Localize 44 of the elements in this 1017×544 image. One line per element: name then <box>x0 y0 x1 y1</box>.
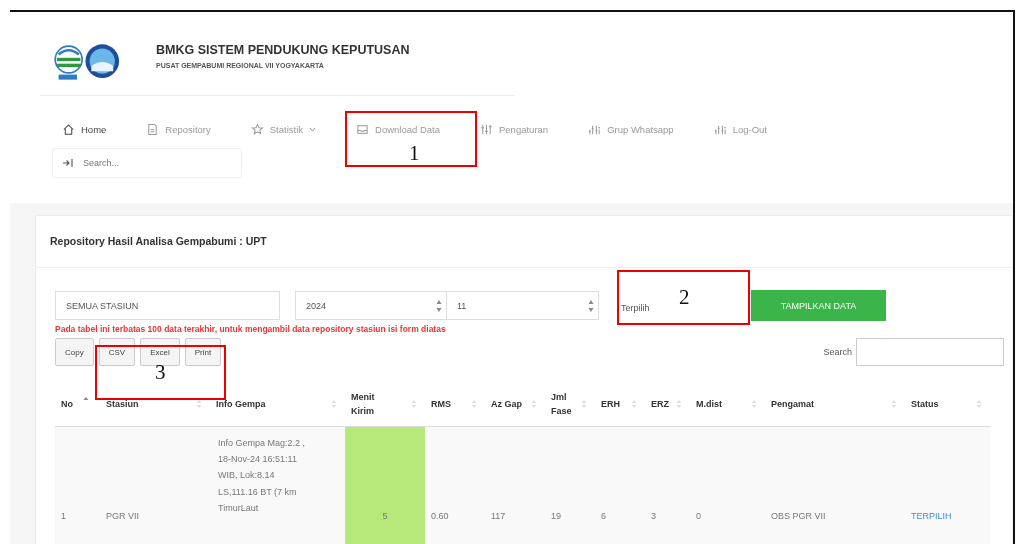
card-title: Repository Hasil Analisa Gempabumi : UPT <box>36 216 1012 268</box>
star-icon <box>250 123 264 136</box>
table-search-field[interactable] <box>856 338 1004 366</box>
year-field[interactable]: 2024 <box>295 291 447 320</box>
app-title: BMKG SISTEM PENDUKUNG KEPUTUSAN <box>156 42 410 57</box>
export-button[interactable]: CSV <box>98 338 136 366</box>
arrow-icon <box>62 158 74 168</box>
column-header[interactable]: No <box>55 382 100 427</box>
column-header[interactable]: Info Gempa <box>210 382 345 427</box>
tray-icon <box>356 123 370 136</box>
table-cell: 0.60 <box>425 426 485 544</box>
table-cell: 5 <box>345 426 425 544</box>
nav-link[interactable]: Home <box>62 123 107 136</box>
table-cell: PGR VII <box>100 426 210 544</box>
column-header[interactable]: Pengamat <box>765 382 905 427</box>
table-cell: 6 <box>595 426 645 544</box>
table-cell: OBS PGR VII <box>765 426 905 544</box>
column-header[interactable]: ERH <box>595 382 645 427</box>
search-field[interactable]: Search... <box>52 148 242 178</box>
table-cell: Info Gempa Mag:2.2 , 18-Nov-24 16:51:11 WIB, Lok:8.14 LS,111.16 BT (7 km TimurLaut <box>210 426 345 544</box>
status-select[interactable]: Terpilih <box>621 302 650 313</box>
table-cell: 0 <box>690 426 765 544</box>
table-cell: 1 <box>55 426 100 544</box>
export-button[interactable]: Print <box>184 338 222 366</box>
export-button[interactable]: Excel <box>140 338 180 366</box>
notice-text: Pada tabel ini terbatas 100 data terakhir, untuk mengambil data repository stasiun isi form diatas <box>55 324 446 334</box>
column-header[interactable]: Jml Fase <box>545 382 595 427</box>
home-icon <box>62 123 75 136</box>
search-label: Search <box>823 347 852 357</box>
column-header[interactable]: Status <box>905 382 990 427</box>
column-header[interactable]: Stasiun <box>100 382 210 427</box>
column-header[interactable]: Az Gap <box>485 382 545 427</box>
station-select[interactable]: SEMUA STASIUN <box>55 291 280 320</box>
document-icon <box>146 123 160 136</box>
column-header[interactable]: M.dist <box>690 382 765 427</box>
month-field[interactable]: 11 <box>447 291 599 320</box>
export-button[interactable]: Copy <box>55 338 94 366</box>
table-cell: 117 <box>485 426 545 544</box>
column-header[interactable]: Menit Kirim <box>345 382 425 427</box>
column-header[interactable]: RMS <box>425 382 485 427</box>
column-header[interactable]: ERZ <box>645 382 690 427</box>
table-cell: 19 <box>545 426 595 544</box>
settings-icon <box>480 123 493 136</box>
table-cell: 3 <box>645 426 690 544</box>
